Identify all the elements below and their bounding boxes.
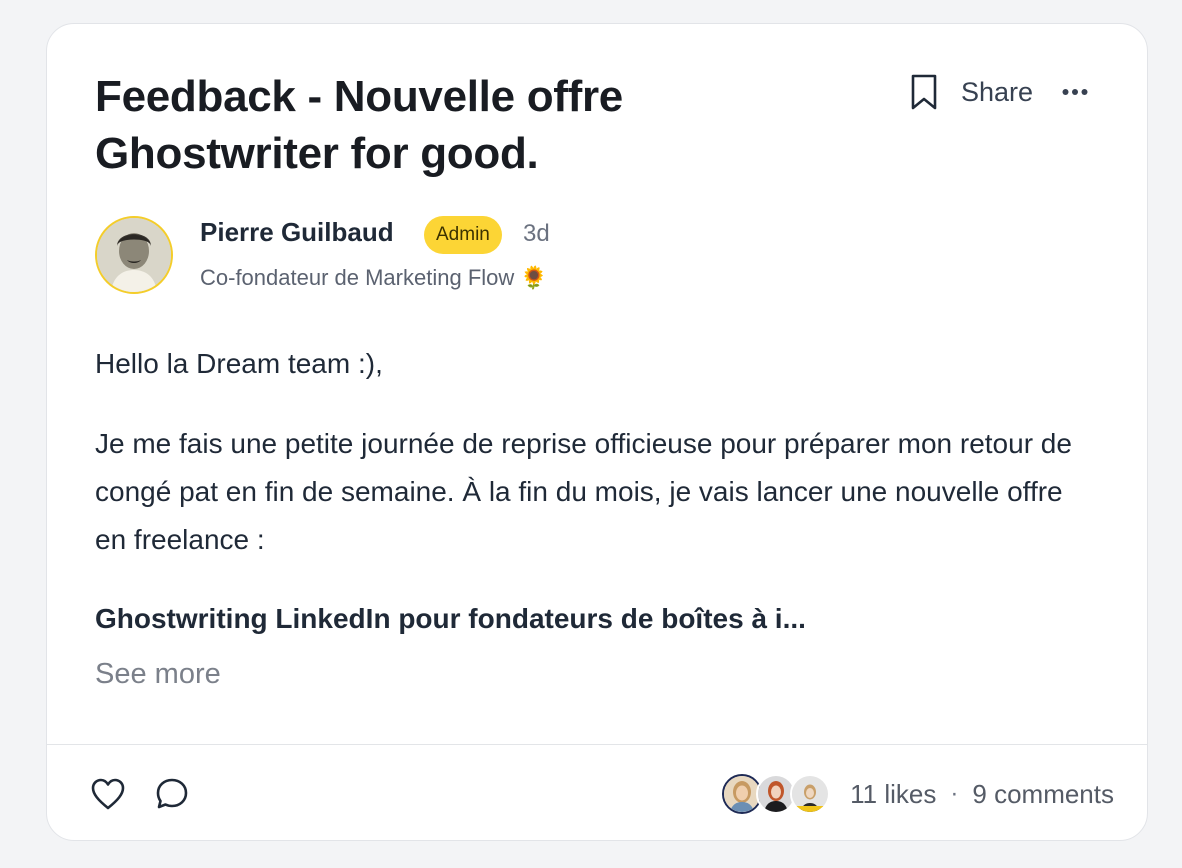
share-button[interactable]: Share bbox=[961, 77, 1033, 108]
author-name[interactable]: Pierre Guilbaud bbox=[200, 217, 394, 248]
bookmark-icon bbox=[911, 74, 937, 110]
admin-badge: Admin bbox=[424, 216, 502, 254]
liker-avatars[interactable] bbox=[722, 774, 831, 814]
more-icon bbox=[1062, 89, 1088, 95]
liker-portrait bbox=[724, 776, 761, 812]
engagement-summary: 11 likes · 9 comments bbox=[722, 772, 1114, 816]
liker-portrait bbox=[758, 776, 795, 812]
comment-icon bbox=[156, 778, 188, 809]
comments-count[interactable]: 9 comments bbox=[972, 779, 1114, 810]
likes-count[interactable]: 11 likes bbox=[850, 779, 936, 810]
heart-icon bbox=[91, 778, 125, 810]
post-actions: Share bbox=[907, 72, 1089, 112]
post-paragraph: Je me fais une petite journée de reprise… bbox=[95, 428, 1072, 555]
post-highlight: Ghostwriting LinkedIn pour fondateurs de… bbox=[95, 603, 806, 634]
like-button[interactable] bbox=[87, 773, 129, 815]
avatar-portrait bbox=[97, 218, 171, 292]
author-avatar[interactable] bbox=[95, 216, 173, 294]
author-subtitle: Co-fondateur de Marketing Flow 🌻 bbox=[200, 265, 548, 290]
more-options-button[interactable] bbox=[1061, 72, 1089, 112]
post-card: Feedback - Nouvelle offre Ghostwriter fo… bbox=[46, 23, 1148, 841]
bookmark-button[interactable] bbox=[907, 72, 941, 112]
liker-avatar bbox=[790, 774, 831, 814]
post-greeting: Hello la Dream team :), bbox=[95, 348, 383, 379]
footer-divider bbox=[47, 744, 1147, 745]
footer-separator: · bbox=[950, 780, 959, 807]
reaction-buttons bbox=[87, 773, 193, 815]
liker-portrait bbox=[792, 776, 829, 812]
author-header: Pierre Guilbaud Admin 3d Co-fondateur de… bbox=[95, 216, 795, 296]
see-more-link[interactable]: See more bbox=[95, 658, 221, 691]
comment-button[interactable] bbox=[151, 773, 193, 815]
post-time: 3d bbox=[523, 220, 550, 247]
post-title: Feedback - Nouvelle offre Ghostwriter fo… bbox=[95, 72, 623, 178]
